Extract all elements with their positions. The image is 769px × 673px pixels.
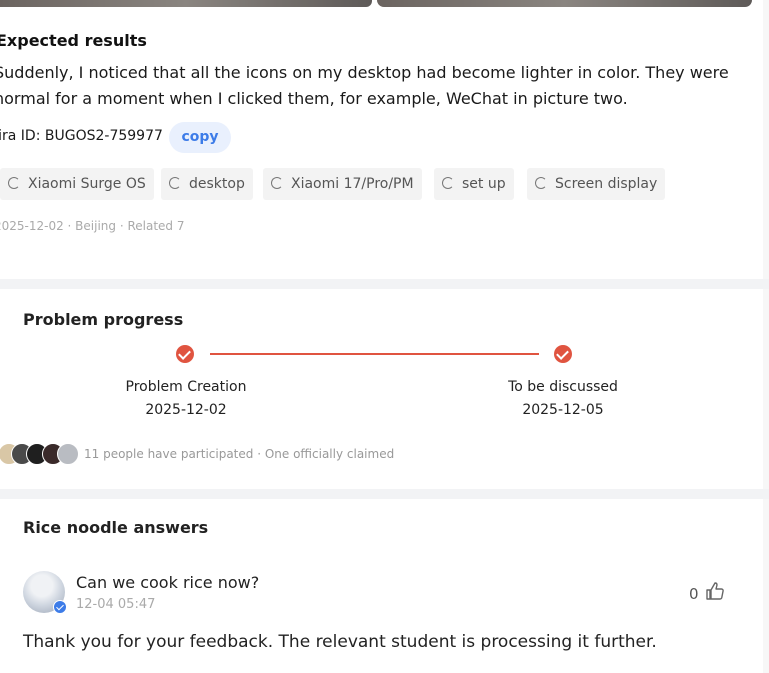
- tag-item[interactable]: Screen display: [527, 168, 666, 200]
- issue-meta: 2025-12-02 · Beijing · Related 7: [0, 219, 185, 233]
- step-label: Problem Creation: [125, 379, 247, 395]
- attachment-image-2[interactable]: [377, 0, 752, 7]
- avatar: [57, 443, 79, 465]
- verified-badge-icon: [53, 600, 67, 614]
- step-label: To be discussed: [508, 379, 618, 395]
- tag-item[interactable]: Xiaomi Surge OS: [0, 168, 154, 200]
- topic-icon: [8, 177, 20, 189]
- participants-summary: 11 people have participated · One offici…: [84, 447, 395, 461]
- answer-text: Thank you for your feedback. The relevan…: [23, 632, 657, 652]
- tag-item[interactable]: desktop: [161, 168, 253, 200]
- tag-item[interactable]: Xiaomi 17/Pro/PM: [263, 168, 422, 200]
- answer-author[interactable]: Can we cook rice now?: [76, 573, 259, 592]
- step-check-icon: [554, 345, 572, 363]
- step-date: 2025-12-05: [522, 402, 604, 418]
- tag-label: Xiaomi Surge OS: [28, 176, 146, 192]
- issue-description: Suddenly, I noticed that all the icons o…: [0, 63, 729, 108]
- jira-id: Jira ID: BUGOS2-759977: [0, 128, 163, 144]
- section-divider: [0, 489, 769, 499]
- answer-time: 12-04 05:47: [76, 597, 156, 612]
- topic-icon: [169, 177, 181, 189]
- copy-button[interactable]: copy: [169, 122, 231, 153]
- topic-icon: [442, 177, 454, 189]
- step-check-icon: [176, 345, 194, 363]
- step-date: 2025-12-02: [145, 402, 227, 418]
- topic-icon: [535, 177, 547, 189]
- progress-line: [210, 353, 539, 355]
- progress-title: Problem progress: [23, 310, 184, 329]
- attachment-image-1[interactable]: [0, 0, 372, 7]
- section-divider: [0, 279, 769, 289]
- like-count: 0: [689, 585, 699, 603]
- answers-title: Rice noodle answers: [23, 518, 209, 537]
- tag-label: Screen display: [555, 176, 658, 192]
- tag-label: Xiaomi 17/Pro/PM: [291, 176, 414, 192]
- tag-label: set up: [462, 176, 506, 192]
- tag-label: desktop: [189, 176, 245, 192]
- topic-icon: [271, 177, 283, 189]
- tag-item[interactable]: set up: [434, 168, 514, 200]
- thumbs-up-icon[interactable]: [705, 581, 725, 601]
- section-title: Expected results: [0, 31, 147, 50]
